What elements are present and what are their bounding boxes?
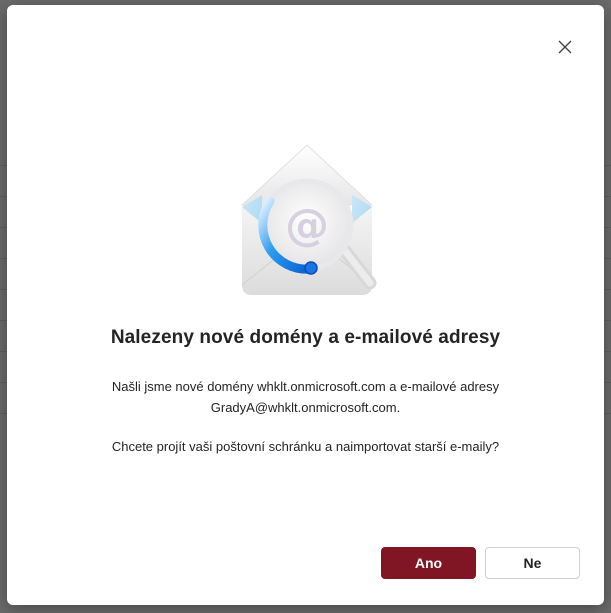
svg-text:@: @ <box>285 200 329 251</box>
message-line-1: Našli jsme nové domény whklt.onmicrosoft… <box>111 379 500 394</box>
message-line-2: GradyA@whklt.onmicrosoft.com. <box>210 400 401 415</box>
import-dialog: @ Nalezeny nové domény a e-mailové adres… <box>7 5 604 605</box>
no-button[interactable]: Ne <box>485 547 580 579</box>
dialog-question: Chcete projít vaši poštovní schránku a n… <box>111 439 500 454</box>
yes-button[interactable]: Ano <box>381 547 476 579</box>
close-icon <box>558 40 572 54</box>
envelope-search-icon: @ <box>232 135 382 300</box>
dialog-message: Našli jsme nové domény whklt.onmicrosoft… <box>7 376 604 418</box>
dialog-title: Nalezeny nové domény a e-mailové adresy <box>110 327 501 348</box>
close-button[interactable] <box>555 37 575 57</box>
